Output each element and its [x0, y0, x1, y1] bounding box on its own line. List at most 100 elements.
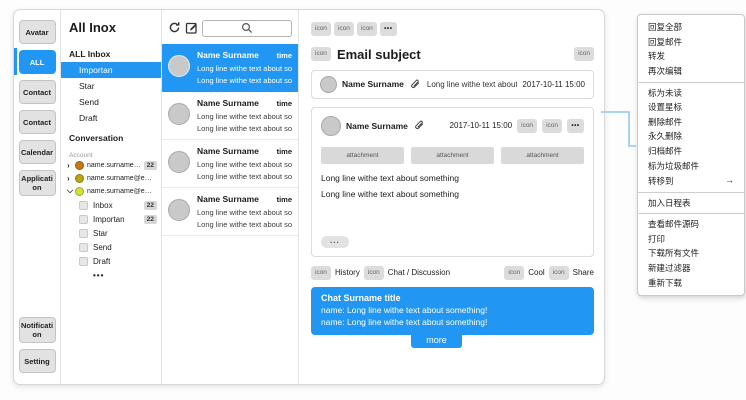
- chat-icon-button[interactable]: icon: [364, 266, 384, 280]
- subfolder-inbox[interactable]: Inbox 22: [61, 198, 161, 212]
- account-email: name.surname@email.com: [87, 175, 157, 182]
- menu-item-mark-spam[interactable]: 标为垃圾邮件: [638, 159, 744, 174]
- sidebar-item-all[interactable]: ALL: [19, 50, 56, 74]
- toolbar-icon-button-3[interactable]: icon: [357, 22, 377, 36]
- account-email: name.surname@email.com: [87, 188, 157, 195]
- toolbar-more-button[interactable]: •••: [380, 22, 397, 36]
- message-body-line: Long line withe text about something: [321, 189, 584, 199]
- menu-item-print[interactable]: 打印: [638, 232, 744, 247]
- folder-item-important[interactable]: Importan: [61, 62, 161, 78]
- account-row-expanded[interactable]: ⌵ name.surname@email.com: [61, 185, 161, 198]
- compose-icon[interactable]: [185, 21, 198, 34]
- sidebar-item-notification[interactable]: Notification: [19, 317, 56, 343]
- collapsed-message-card[interactable]: Name Surname Long line withe text about …: [311, 70, 594, 99]
- folder-checkbox[interactable]: [79, 215, 88, 224]
- chevron-down-icon[interactable]: ⌵: [67, 187, 75, 195]
- folder-item-draft[interactable]: Draft: [61, 110, 161, 126]
- cool-label[interactable]: Cool: [528, 268, 544, 277]
- mail-preview-line: Long line withe text about something: [197, 64, 292, 73]
- menu-item-forward[interactable]: 转发: [638, 49, 744, 64]
- menu-item-view-source[interactable]: 查看邮件源码: [638, 217, 744, 232]
- account-status-dot: [75, 161, 84, 170]
- message-body-line: Long line withe text about something: [321, 173, 584, 183]
- pane-footer: icon History icon Chat / Discussion icon…: [311, 266, 594, 280]
- folder-checkbox[interactable]: [79, 243, 88, 252]
- history-icon-button[interactable]: icon: [311, 266, 331, 280]
- toolbar-icon-button-2[interactable]: icon: [334, 22, 354, 36]
- folder-checkbox[interactable]: [79, 201, 88, 210]
- subfolder-draft[interactable]: Draft: [61, 254, 161, 268]
- more-folders-button[interactable]: •••: [61, 268, 161, 280]
- avatar: [321, 116, 341, 136]
- cool-icon-button[interactable]: icon: [504, 266, 524, 280]
- folder-item-send[interactable]: Send: [61, 94, 161, 110]
- subject-left-icon-button[interactable]: icon: [311, 47, 331, 61]
- avatar: [168, 151, 190, 173]
- sidebar-item-contact-2[interactable]: Contact: [19, 110, 56, 134]
- menu-item-edit-again[interactable]: 再次编辑: [638, 64, 744, 79]
- menu-item-reply-all[interactable]: 回复全部: [638, 20, 744, 35]
- sidebar-item-calendar[interactable]: Calendar: [19, 140, 56, 164]
- folder-item-star[interactable]: Star: [61, 78, 161, 94]
- mail-list-item[interactable]: Name Surname time Long line withe text a…: [162, 44, 298, 92]
- paperclip-icon: [413, 120, 424, 131]
- menu-item-download-all[interactable]: 下载所有文件: [638, 246, 744, 261]
- attachment-button[interactable]: attachment: [321, 147, 404, 164]
- subfolder-label: Send: [93, 243, 157, 252]
- search-input[interactable]: [202, 20, 292, 37]
- mail-list-item[interactable]: Name Surname time Long line withe text a…: [162, 188, 298, 236]
- subfolder-star[interactable]: Star: [61, 226, 161, 240]
- chevron-right-icon[interactable]: ›: [67, 162, 75, 170]
- folder-checkbox[interactable]: [79, 257, 88, 266]
- subfolder-send[interactable]: Send: [61, 240, 161, 254]
- menu-item-add-to-schedule[interactable]: 加入日程表: [638, 196, 744, 211]
- chevron-right-icon[interactable]: ›: [67, 175, 75, 183]
- message-icon-button-2[interactable]: icon: [542, 119, 562, 133]
- message-more-button[interactable]: •••: [567, 119, 584, 133]
- attachment-button[interactable]: attachment: [501, 147, 584, 164]
- menu-item-archive[interactable]: 归档邮件: [638, 144, 744, 159]
- search-field-wrap: [202, 18, 292, 37]
- folder-checkbox[interactable]: [79, 229, 88, 238]
- sidebar-item-avatar[interactable]: Avatar: [19, 20, 56, 44]
- sidebar-item-setting[interactable]: Setting: [19, 349, 56, 373]
- menu-separator: [638, 213, 744, 214]
- share-label[interactable]: Share: [573, 268, 594, 277]
- toolbar-icon-button-1[interactable]: icon: [311, 22, 331, 36]
- chat-more-button[interactable]: more: [411, 333, 462, 348]
- menu-item-set-star[interactable]: 设置星标: [638, 100, 744, 115]
- menu-item-mark-unread[interactable]: 标为未读: [638, 86, 744, 101]
- attachments-row: attachment attachment attachment: [321, 147, 584, 164]
- unread-badge: 22: [144, 201, 157, 210]
- menu-item-redownload[interactable]: 重新下载: [638, 276, 744, 291]
- expanded-message-card: Name Surname 2017-10-11 15:00 icon icon …: [311, 107, 594, 257]
- reading-pane: icon icon icon ••• icon Email subject ic…: [299, 10, 604, 384]
- message-icon-button-1[interactable]: icon: [517, 119, 537, 133]
- collapse-message-button[interactable]: ...: [321, 236, 349, 248]
- refresh-icon[interactable]: [168, 21, 181, 34]
- mail-list-item[interactable]: Name Surname time Long line withe text a…: [162, 92, 298, 140]
- history-label[interactable]: History: [335, 268, 360, 277]
- subfolder-important[interactable]: Importan 22: [61, 212, 161, 226]
- sidebar-item-contact-1[interactable]: Contact: [19, 80, 56, 104]
- share-icon-button[interactable]: icon: [549, 266, 569, 280]
- context-menu: 回复全部 回复邮件 转发 再次编辑 标为未读 设置星标 删除邮件 永久删除 归档…: [637, 14, 745, 296]
- menu-item-reply[interactable]: 回复邮件: [638, 35, 744, 50]
- sidebar-item-label: Avatar: [25, 28, 48, 37]
- sidebar-item-application[interactable]: Application: [19, 170, 56, 196]
- chat-discussion-label[interactable]: Chat / Discussion: [388, 268, 450, 277]
- account-row[interactable]: › name.surname@email.com 22: [61, 159, 161, 172]
- sidebar-item-label: Contact: [23, 88, 51, 97]
- menu-item-delete-mail[interactable]: 删除邮件: [638, 115, 744, 130]
- message-list-panel: Name Surname time Long line withe text a…: [162, 10, 299, 384]
- mail-list-item[interactable]: Name Surname time Long line withe text a…: [162, 140, 298, 188]
- avatar: [320, 76, 337, 93]
- account-status-dot: [75, 187, 84, 196]
- account-row[interactable]: › name.surname@email.com: [61, 172, 161, 185]
- attachment-button[interactable]: attachment: [411, 147, 494, 164]
- subject-right-icon-button[interactable]: icon: [574, 47, 594, 61]
- menu-item-new-filter[interactable]: 新建过滤器: [638, 261, 744, 276]
- message-preview: Long line withe text about something: [427, 80, 518, 89]
- menu-item-move-to[interactable]: 转移到 →: [638, 173, 744, 188]
- menu-item-delete-forever[interactable]: 永久删除: [638, 129, 744, 144]
